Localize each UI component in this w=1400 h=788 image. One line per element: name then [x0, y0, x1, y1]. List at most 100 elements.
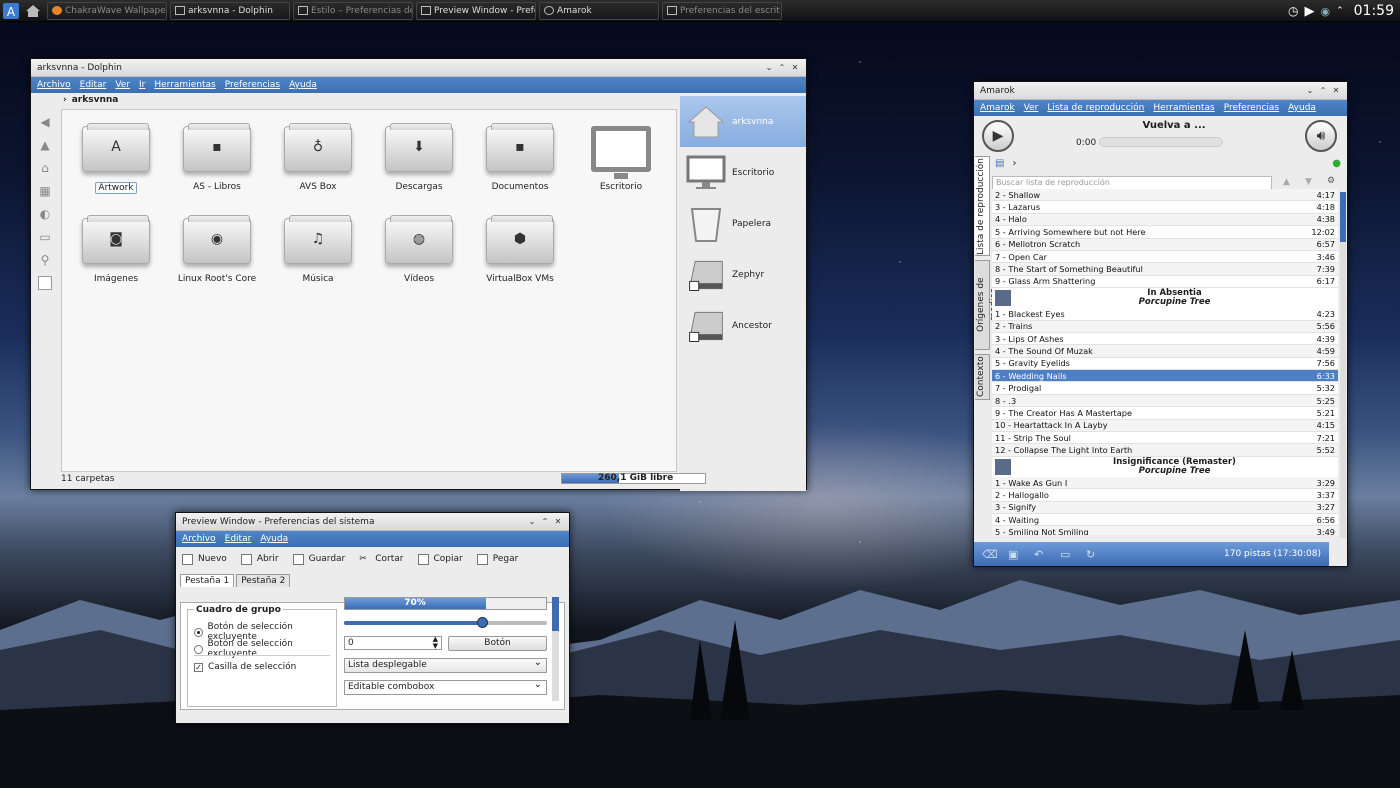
playlist-row[interactable]: 5 - Gravity Eyelids 7:56	[992, 358, 1338, 371]
playlist-row[interactable]: 7 - Open Car 3:46	[992, 251, 1338, 264]
preview-icon[interactable]: ◐	[38, 207, 52, 221]
menu-ayuda[interactable]: Ayuda	[289, 80, 317, 90]
save-playlist-icon[interactable]: ▣	[1008, 548, 1024, 561]
menu-editar[interactable]: Editar	[80, 80, 107, 90]
undo-icon[interactable]: ↶	[1034, 548, 1050, 561]
split-icon[interactable]: ▭	[38, 230, 52, 244]
folder-item[interactable]: ▪ AS - Libros	[167, 123, 267, 192]
place-item[interactable]: Papelera	[680, 198, 806, 249]
playlist-row[interactable]: 9 - The Creator Has A Mastertape 5:21	[992, 407, 1338, 420]
checkbox[interactable]: ✓	[194, 662, 203, 672]
folder-item[interactable]: ◍ Vídeos	[369, 215, 469, 284]
dropdown-list[interactable]: Lista desplegable	[344, 656, 547, 673]
folder-item[interactable]: A Artwork	[66, 123, 166, 194]
playlist-row[interactable]: 6 - Wedding Nails 6:33	[992, 370, 1338, 383]
album-header[interactable]: In Absentia Porcupine Tree	[992, 288, 1338, 309]
playlist-row[interactable]: 12 - Collapse The Light Into Earth 5:52	[992, 444, 1338, 457]
start-menu-icon[interactable]: A	[0, 0, 22, 22]
breadcrumb-item-home[interactable]: arksvnna	[72, 95, 119, 105]
playlist-row[interactable]: 11 - Strip The Soul 7:21	[992, 432, 1338, 445]
playlist-row[interactable]: 2 - Hallogallo 3:37	[992, 489, 1338, 502]
playlist-row[interactable]: 2 - Trains 5:56	[992, 320, 1338, 333]
playlist-row[interactable]: 5 - Arriving Somewhere but not Here 12:02	[992, 226, 1338, 239]
folder-item[interactable]: ♫ Música	[268, 215, 368, 284]
tab-contexto[interactable]: Contexto	[975, 354, 990, 400]
menu-ver[interactable]: Ver	[1024, 103, 1039, 113]
folder-item[interactable]: ⬇ Descargas	[369, 123, 469, 192]
tab-pestana-1[interactable]: Pestaña 1	[180, 574, 235, 587]
checkbox-option[interactable]: ✓ Casilla de selección	[194, 662, 296, 672]
playlist-layout-icon[interactable]: ▤	[995, 158, 1004, 169]
amarok-titlebar[interactable]: Amarok ⌄ ⌃ ✕	[974, 82, 1347, 100]
album-header[interactable]: Insignificance (Remaster) Porcupine Tree	[992, 456, 1338, 477]
play-button[interactable]: ▶	[982, 120, 1014, 152]
menu-ver[interactable]: Ver	[115, 80, 130, 90]
task-chakrawave[interactable]: ChakraWave Wallpaper K	[47, 1, 167, 20]
playlist-row[interactable]: 4 - The Sound Of Muzak 4:59	[992, 345, 1338, 358]
push-button[interactable]: Botón	[448, 636, 547, 651]
queue-icon[interactable]: ▭	[1060, 548, 1076, 561]
play-tray-icon[interactable]: ▶	[1304, 4, 1314, 19]
playlist-row[interactable]: 10 - Heartattack In A Layby 4:15	[992, 419, 1338, 433]
maximize-icon[interactable]: ⌃	[540, 517, 550, 527]
radio-option-2[interactable]: Botón de selección excluyente	[194, 639, 336, 659]
playlist-row[interactable]: 8 - The Start of Something Beautiful 7:39	[992, 263, 1338, 276]
chevron-up-icon[interactable]: ⌃	[1336, 6, 1344, 16]
menu-herramientas[interactable]: Herramientas	[154, 80, 215, 90]
menu-editar[interactable]: Editar	[225, 534, 252, 544]
chevron-right-icon[interactable]: ›	[1012, 158, 1016, 169]
folder-item[interactable]: ◉ Linux Root's Core	[167, 215, 267, 284]
playlist-search-input[interactable]: Buscar lista de reproducción	[992, 176, 1272, 190]
tab-lista[interactable]: Lista de reproducción	[975, 156, 990, 256]
preview-scrollbar[interactable]	[552, 597, 559, 701]
playlist-row[interactable]: 8 - .3 5:25	[992, 394, 1338, 408]
slider-handle[interactable]	[477, 617, 489, 628]
menu-lista[interactable]: Lista de reproducción	[1047, 103, 1144, 113]
clock-tray-icon[interactable]: ◷	[1288, 4, 1298, 18]
home-icon[interactable]: ⌂	[38, 161, 52, 175]
menu-archivo[interactable]: Archivo	[182, 534, 216, 544]
seek-bar[interactable]	[1099, 137, 1223, 147]
radio-button[interactable]	[194, 627, 203, 637]
close-icon[interactable]: ✕	[790, 63, 800, 73]
menu-ir[interactable]: Ir	[139, 80, 145, 90]
copy-button[interactable]: Copiar	[417, 553, 463, 565]
place-item[interactable]: Zephyr	[680, 249, 806, 300]
place-item[interactable]: arksvnna	[680, 96, 806, 147]
maximize-icon[interactable]: ⌃	[1318, 86, 1328, 96]
playlist-row[interactable]: 4 - Halo 4:38	[992, 213, 1338, 227]
place-item[interactable]: Escritorio	[680, 147, 806, 198]
tab-origenes[interactable]: Orígenes de medios	[975, 260, 999, 350]
radio-button[interactable]	[194, 644, 203, 654]
back-icon[interactable]: ◀	[38, 115, 52, 129]
minimize-icon[interactable]: ⌄	[1305, 86, 1315, 96]
minimize-icon[interactable]: ⌄	[527, 517, 537, 527]
playlist-row[interactable]: 6 - Mellotron Scratch 6:57	[992, 238, 1338, 251]
folder-item[interactable]: ◙ Imágenes	[66, 215, 166, 284]
paste-button[interactable]: Pegar	[476, 553, 518, 565]
gear-icon[interactable]: ⚙	[1327, 176, 1335, 186]
folder-item[interactable]: Escritorio	[571, 126, 671, 192]
playlist-row[interactable]: 3 - Lips Of Ashes 4:39	[992, 333, 1338, 346]
repeat-icon[interactable]: ↻	[1086, 548, 1102, 561]
slider[interactable]	[344, 617, 547, 628]
task-preview-window[interactable]: Preview Window - Prefer	[416, 1, 536, 20]
arrow-up-icon[interactable]: ▲	[1283, 177, 1290, 187]
place-item[interactable]: Ancestor	[680, 300, 806, 351]
playlist-row[interactable]: 4 - Waiting 6:56	[992, 514, 1338, 527]
cut-button[interactable]: ✂ Cortar	[359, 554, 403, 565]
playlist-row[interactable]: 1 - Wake As Gun I 3:29	[992, 476, 1338, 490]
chevron-right-icon[interactable]: ›	[63, 95, 67, 105]
task-dolphin[interactable]: arksvnna - Dolphin	[170, 1, 290, 20]
editable-combobox[interactable]: Editable combobox	[344, 678, 547, 695]
search-icon[interactable]: ⚲	[38, 253, 52, 267]
dolphin-titlebar[interactable]: arksvnna - Dolphin ⌄ ⌃ ✕	[31, 59, 806, 77]
spinbox[interactable]: 0 ▲ ▼	[344, 636, 442, 650]
clear-playlist-icon[interactable]: ⌫	[982, 548, 998, 561]
playlist-row[interactable]: 2 - Shallow 4:17	[992, 189, 1338, 202]
folder-item[interactable]: ▪ Documentos	[470, 123, 570, 192]
playlist-row[interactable]: 5 - Smiling Not Smiling 3:49	[992, 526, 1338, 535]
network-tray-icon[interactable]: ◉	[1320, 5, 1330, 18]
clock[interactable]: 01:59	[1354, 3, 1394, 19]
tab-pestana-2[interactable]: Pestaña 2	[236, 574, 291, 587]
